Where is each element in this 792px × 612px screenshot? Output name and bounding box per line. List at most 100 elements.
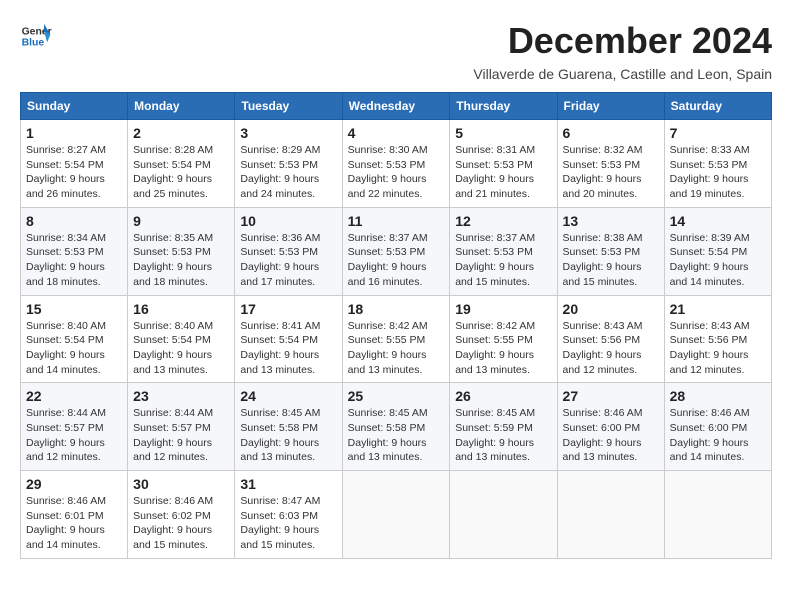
sunrise-label: Sunrise: 8:29 AM: [240, 144, 320, 156]
sunset-label: Sunset: 5:53 PM: [670, 159, 748, 171]
sunrise-label: Sunrise: 8:44 AM: [133, 407, 213, 419]
table-row: 27 Sunrise: 8:46 AM Sunset: 6:00 PM Dayl…: [557, 383, 664, 471]
day-number: 31: [240, 476, 336, 492]
sunset-label: Sunset: 5:53 PM: [240, 159, 318, 171]
table-row: 2 Sunrise: 8:28 AM Sunset: 5:54 PM Dayli…: [128, 120, 235, 208]
week-row-1: 1 Sunrise: 8:27 AM Sunset: 5:54 PM Dayli…: [21, 120, 772, 208]
sunrise-label: Sunrise: 8:33 AM: [670, 144, 750, 156]
daylight-label: Daylight: 9 hours and 13 minutes.: [133, 349, 212, 376]
logo-area: General Blue: [20, 20, 56, 52]
page-container: General Blue December 2024 Villaverde de…: [20, 20, 772, 559]
daylight-label: Daylight: 9 hours and 25 minutes.: [133, 173, 212, 200]
header: General Blue December 2024: [20, 20, 772, 62]
sunset-label: Sunset: 5:54 PM: [133, 159, 211, 171]
sunrise-label: Sunrise: 8:42 AM: [348, 320, 428, 332]
day-number: 7: [670, 125, 766, 141]
sunrise-label: Sunrise: 8:44 AM: [26, 407, 106, 419]
day-info: Sunrise: 8:29 AM Sunset: 5:53 PM Dayligh…: [240, 143, 336, 202]
sunrise-label: Sunrise: 8:41 AM: [240, 320, 320, 332]
table-row: 19 Sunrise: 8:42 AM Sunset: 5:55 PM Dayl…: [450, 295, 557, 383]
table-row: 20 Sunrise: 8:43 AM Sunset: 5:56 PM Dayl…: [557, 295, 664, 383]
day-info: Sunrise: 8:40 AM Sunset: 5:54 PM Dayligh…: [26, 319, 122, 378]
daylight-label: Daylight: 9 hours and 26 minutes.: [26, 173, 105, 200]
day-number: 30: [133, 476, 229, 492]
day-info: Sunrise: 8:47 AM Sunset: 6:03 PM Dayligh…: [240, 494, 336, 553]
table-row: [557, 471, 664, 559]
day-info: Sunrise: 8:28 AM Sunset: 5:54 PM Dayligh…: [133, 143, 229, 202]
sunset-label: Sunset: 5:53 PM: [455, 246, 533, 258]
sunrise-label: Sunrise: 8:45 AM: [455, 407, 535, 419]
day-number: 22: [26, 388, 122, 404]
day-info: Sunrise: 8:45 AM Sunset: 5:58 PM Dayligh…: [348, 406, 445, 465]
day-number: 24: [240, 388, 336, 404]
daylight-label: Daylight: 9 hours and 18 minutes.: [26, 261, 105, 288]
sunrise-label: Sunrise: 8:39 AM: [670, 232, 750, 244]
table-row: 15 Sunrise: 8:40 AM Sunset: 5:54 PM Dayl…: [21, 295, 128, 383]
calendar-table: Sunday Monday Tuesday Wednesday Thursday…: [20, 92, 772, 559]
sunrise-label: Sunrise: 8:40 AM: [133, 320, 213, 332]
header-tuesday: Tuesday: [235, 93, 342, 120]
table-row: 29 Sunrise: 8:46 AM Sunset: 6:01 PM Dayl…: [21, 471, 128, 559]
day-info: Sunrise: 8:35 AM Sunset: 5:53 PM Dayligh…: [133, 231, 229, 290]
day-info: Sunrise: 8:43 AM Sunset: 5:56 PM Dayligh…: [670, 319, 766, 378]
daylight-label: Daylight: 9 hours and 20 minutes.: [563, 173, 642, 200]
table-row: 4 Sunrise: 8:30 AM Sunset: 5:53 PM Dayli…: [342, 120, 450, 208]
sunset-label: Sunset: 5:57 PM: [26, 422, 104, 434]
sunset-label: Sunset: 6:02 PM: [133, 510, 211, 522]
daylight-label: Daylight: 9 hours and 14 minutes.: [26, 349, 105, 376]
day-info: Sunrise: 8:39 AM Sunset: 5:54 PM Dayligh…: [670, 231, 766, 290]
day-number: 13: [563, 213, 659, 229]
general-blue-logo-icon: General Blue: [20, 20, 52, 52]
day-info: Sunrise: 8:46 AM Sunset: 6:01 PM Dayligh…: [26, 494, 122, 553]
table-row: 8 Sunrise: 8:34 AM Sunset: 5:53 PM Dayli…: [21, 207, 128, 295]
table-row: 9 Sunrise: 8:35 AM Sunset: 5:53 PM Dayli…: [128, 207, 235, 295]
daylight-label: Daylight: 9 hours and 24 minutes.: [240, 173, 319, 200]
week-row-4: 22 Sunrise: 8:44 AM Sunset: 5:57 PM Dayl…: [21, 383, 772, 471]
table-row: 24 Sunrise: 8:45 AM Sunset: 5:58 PM Dayl…: [235, 383, 342, 471]
sunset-label: Sunset: 5:55 PM: [348, 334, 426, 346]
table-row: 16 Sunrise: 8:40 AM Sunset: 5:54 PM Dayl…: [128, 295, 235, 383]
table-row: 11 Sunrise: 8:37 AM Sunset: 5:53 PM Dayl…: [342, 207, 450, 295]
table-row: 18 Sunrise: 8:42 AM Sunset: 5:55 PM Dayl…: [342, 295, 450, 383]
day-number: 19: [455, 301, 551, 317]
day-info: Sunrise: 8:46 AM Sunset: 6:02 PM Dayligh…: [133, 494, 229, 553]
day-info: Sunrise: 8:44 AM Sunset: 5:57 PM Dayligh…: [26, 406, 122, 465]
table-row: 10 Sunrise: 8:36 AM Sunset: 5:53 PM Dayl…: [235, 207, 342, 295]
day-info: Sunrise: 8:27 AM Sunset: 5:54 PM Dayligh…: [26, 143, 122, 202]
table-row: 3 Sunrise: 8:29 AM Sunset: 5:53 PM Dayli…: [235, 120, 342, 208]
sunset-label: Sunset: 5:53 PM: [563, 159, 641, 171]
day-info: Sunrise: 8:45 AM Sunset: 5:58 PM Dayligh…: [240, 406, 336, 465]
day-info: Sunrise: 8:42 AM Sunset: 5:55 PM Dayligh…: [348, 319, 445, 378]
day-info: Sunrise: 8:42 AM Sunset: 5:55 PM Dayligh…: [455, 319, 551, 378]
sunrise-label: Sunrise: 8:46 AM: [133, 495, 213, 507]
daylight-label: Daylight: 9 hours and 13 minutes.: [455, 437, 534, 464]
day-info: Sunrise: 8:31 AM Sunset: 5:53 PM Dayligh…: [455, 143, 551, 202]
day-number: 5: [455, 125, 551, 141]
daylight-label: Daylight: 9 hours and 14 minutes.: [670, 261, 749, 288]
daylight-label: Daylight: 9 hours and 15 minutes.: [133, 524, 212, 551]
table-row: [450, 471, 557, 559]
table-row: 21 Sunrise: 8:43 AM Sunset: 5:56 PM Dayl…: [664, 295, 771, 383]
day-number: 2: [133, 125, 229, 141]
sunrise-label: Sunrise: 8:37 AM: [348, 232, 428, 244]
daylight-label: Daylight: 9 hours and 15 minutes.: [563, 261, 642, 288]
sunset-label: Sunset: 5:58 PM: [240, 422, 318, 434]
day-number: 26: [455, 388, 551, 404]
day-number: 17: [240, 301, 336, 317]
header-saturday: Saturday: [664, 93, 771, 120]
sunrise-label: Sunrise: 8:37 AM: [455, 232, 535, 244]
table-row: 12 Sunrise: 8:37 AM Sunset: 5:53 PM Dayl…: [450, 207, 557, 295]
table-row: [664, 471, 771, 559]
sunset-label: Sunset: 6:00 PM: [563, 422, 641, 434]
day-info: Sunrise: 8:44 AM Sunset: 5:57 PM Dayligh…: [133, 406, 229, 465]
day-number: 6: [563, 125, 659, 141]
day-info: Sunrise: 8:38 AM Sunset: 5:53 PM Dayligh…: [563, 231, 659, 290]
day-number: 8: [26, 213, 122, 229]
week-row-3: 15 Sunrise: 8:40 AM Sunset: 5:54 PM Dayl…: [21, 295, 772, 383]
day-number: 27: [563, 388, 659, 404]
sunrise-label: Sunrise: 8:31 AM: [455, 144, 535, 156]
daylight-label: Daylight: 9 hours and 22 minutes.: [348, 173, 427, 200]
table-row: 13 Sunrise: 8:38 AM Sunset: 5:53 PM Dayl…: [557, 207, 664, 295]
table-row: 7 Sunrise: 8:33 AM Sunset: 5:53 PM Dayli…: [664, 120, 771, 208]
day-info: Sunrise: 8:30 AM Sunset: 5:53 PM Dayligh…: [348, 143, 445, 202]
